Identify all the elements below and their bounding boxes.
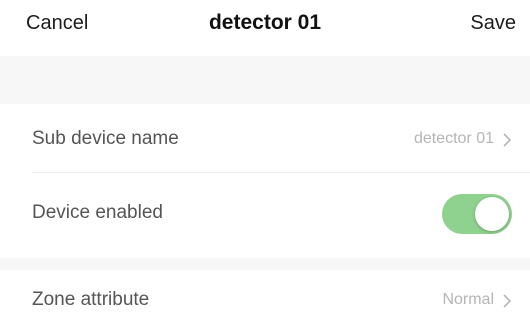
sub-device-name-label: Sub device name — [32, 128, 179, 149]
device-enabled-row: Device enabled — [0, 173, 530, 257]
zone-attribute-row[interactable]: Zone attribute Normal — [0, 270, 530, 326]
chevron-right-icon — [503, 294, 511, 308]
chevron-right-icon — [503, 133, 511, 147]
zone-attribute-value: Normal — [442, 291, 494, 308]
page-title: detector 01 — [208, 11, 322, 34]
sub-device-name-row[interactable]: Sub device name detector 01 — [0, 104, 530, 172]
toggle-knob — [475, 197, 509, 231]
section-separator — [0, 56, 530, 104]
sub-device-name-value: detector 01 — [413, 130, 494, 147]
device-enabled-label: Device enabled — [32, 202, 163, 223]
save-button[interactable]: Save — [470, 12, 516, 35]
section-separator — [0, 258, 530, 270]
navigation-bar: Cancel detector 01 Save — [0, 0, 530, 52]
zone-attribute-label: Zone attribute — [32, 289, 150, 310]
device-enabled-toggle[interactable] — [442, 194, 512, 234]
